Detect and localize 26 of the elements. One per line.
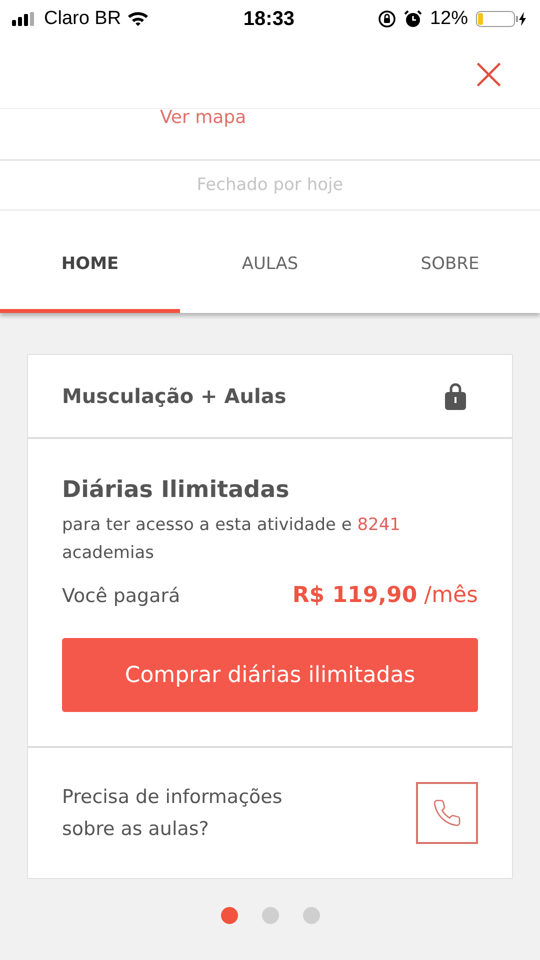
battery-percent: 12% (430, 8, 468, 30)
plan-title: Diárias Ilimitadas (62, 477, 290, 503)
status-time: 18:33 (242, 8, 296, 30)
battery-charging-icon (476, 11, 526, 27)
plan-description: para ter acesso a esta atividade e 8241 academias (62, 514, 402, 565)
map-link[interactable]: Ver mapa (160, 109, 246, 128)
phone-icon (432, 798, 462, 828)
tab[interactable]: AULAS (180, 211, 360, 313)
hours-status: Fechado por hoje (0, 161, 540, 209)
alarm-icon (404, 10, 422, 28)
lock-icon (445, 382, 466, 410)
close-button[interactable]: × (469, 50, 508, 96)
page-dot[interactable] (302, 907, 320, 924)
tab[interactable]: SOBRE (360, 211, 540, 313)
buy-button[interactable]: Comprar diárias ilimitadas (62, 638, 478, 712)
carrier-name: Claro BR (44, 8, 122, 30)
rotation-lock-icon (378, 10, 396, 28)
help-text: Precisa de informações sobre as aulas? (62, 785, 284, 842)
activity-title: Musculação + Aulas (62, 384, 286, 408)
price: R$ 119,90 /mês (292, 583, 478, 608)
page-dot[interactable] (262, 907, 278, 924)
phone-button[interactable] (416, 782, 478, 844)
wifi-icon (127, 11, 150, 27)
tab[interactable]: HOME (0, 211, 180, 313)
page-dot[interactable] (220, 907, 238, 924)
pay-label: Você pagará (62, 585, 180, 607)
